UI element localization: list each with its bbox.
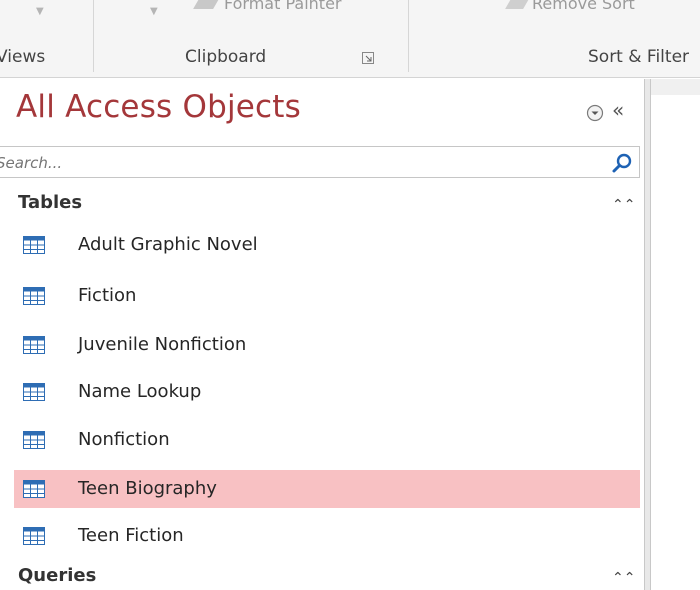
nav-item-label: Juvenile Nonfiction [78,334,247,355]
nav-item-adult-graphic-novel[interactable]: Adult Graphic Novel [14,226,640,264]
group-header-tables[interactable]: Tables [18,192,82,213]
group-header-queries[interactable]: Queries [18,565,96,586]
nav-item-label: Teen Fiction [78,525,184,546]
table-icon [23,287,45,305]
nav-item-label: Nonfiction [78,429,170,450]
chevron-down-circle-icon[interactable] [586,104,604,122]
dropdown-arrow-icon[interactable]: ▼ [150,6,158,17]
ribbon: ▼ ▼ Format Painter Remove Sort Views Cli… [0,0,700,78]
dialog-launcher-icon[interactable] [362,52,374,64]
nav-pane-title[interactable]: All Access Objects [16,89,301,125]
table-icon [23,527,45,545]
workspace-tab-strip [651,79,700,95]
remove-sort-icon [505,0,529,9]
table-icon [23,480,45,498]
nav-item-juvenile-nonfiction[interactable]: Juvenile Nonfiction [14,326,640,364]
double-chevron-left-icon[interactable]: « [612,98,624,122]
document-workspace [651,79,700,590]
navigation-pane: All Access Objects « Tables ⌃⌃ Adult Gra… [0,79,644,590]
nav-item-label: Name Lookup [78,381,202,402]
nav-item-name-lookup[interactable]: Name Lookup [14,373,640,411]
double-chevron-up-icon[interactable]: ⌃⌃ [612,197,635,213]
remove-sort-button[interactable]: Remove Sort [505,0,635,13]
nav-item-teen-fiction[interactable]: Teen Fiction [14,517,640,555]
format-painter-icon [193,0,219,9]
format-painter-button[interactable]: Format Painter [193,0,341,13]
nav-item-label: Adult Graphic Novel [78,234,258,255]
nav-item-teen-biography[interactable]: Teen Biography [14,470,640,508]
table-icon [23,431,45,449]
table-icon [23,336,45,354]
clipboard-group-label: Clipboard [185,47,267,67]
table-icon [23,236,45,254]
sort-filter-group-label: Sort & Filter [588,47,690,67]
nav-item-fiction[interactable]: Fiction [14,277,640,315]
nav-item-label: Teen Biography [78,478,217,499]
ribbon-divider [408,0,409,72]
table-icon [23,383,45,401]
double-chevron-up-icon[interactable]: ⌃⌃ [612,570,635,586]
dropdown-arrow-icon[interactable]: ▼ [36,6,44,17]
search-box [0,146,640,178]
ribbon-divider [93,0,94,72]
nav-item-nonfiction[interactable]: Nonfiction [14,421,640,459]
views-group-label: Views [0,47,46,67]
nav-item-label: Fiction [78,285,137,306]
nav-pane-splitter[interactable] [644,79,651,590]
magnifier-icon[interactable] [611,152,633,174]
search-input[interactable] [0,154,556,172]
